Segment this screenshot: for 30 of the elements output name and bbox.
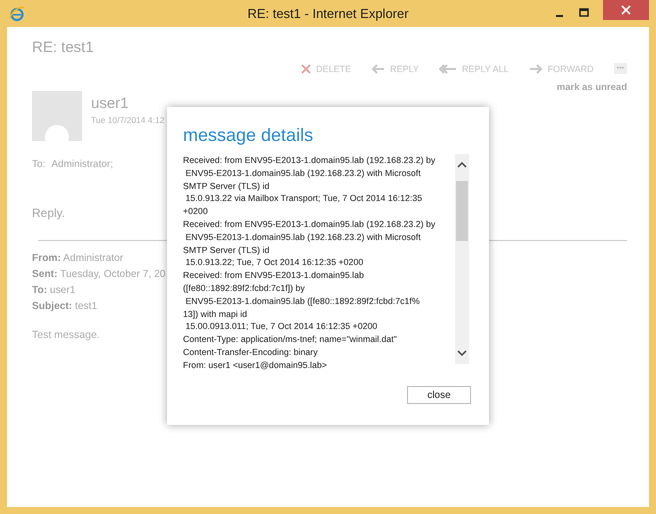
quoted-header-line: To: user1	[32, 284, 76, 298]
window-title: RE: test1 - Internet Explorer	[247, 6, 409, 21]
message-headers-text: Received: from ENV95-E2013-1.domain95.lab (192.168.23.2) by ENV95-E2013-1.domain95.lab (192.168.23.2) with Microsoft SMTP Server (TLS) id 15.0.913.22 via Mailbox Transport; Tue, 7 Oct 2014 16:12:35 +0200 Received: from ENV95-E2013-1.domain95.lab (192.168.23.2) by ENV95-E2013-1.domain95.lab (192.168.23.2) with Microsoft SMTP Server (TLS) id 15.0.913.22; Tue, 7 Oct 2014 16:12:35 +0200 Received: from ENV95-E2013-1.domain95.lab ([fe80::1892:89f2:fcbd:7c1f]) by ENV95-E2013-1.domain95.lab ([fe80::1892:89f2:fcbd:7c1f% 13]) with mapi id 15.00.0913.011; Tue, 7 Oct 2014 16:12:35 +0200 Content-Type: application/ms-tnef; name="winmail.dat" Content-Transfer-Encoding: binary From: user1 <user1@domain95.lab>	[183, 154, 436, 372]
mark-as-unread-link[interactable]: mark as unread	[556, 82, 627, 93]
avatar-placeholder	[32, 91, 82, 141]
close-button[interactable]	[603, 0, 649, 20]
toolbar-button[interactable]: DELETE	[301, 64, 352, 74]
maximize-icon[interactable]	[579, 8, 589, 18]
quoted-header-line: Sent: Tuesday, October 7, 20	[32, 268, 166, 282]
close-button[interactable]: close	[407, 386, 471, 404]
sender-name: user1	[91, 95, 130, 112]
scrollbar-drawing[interactable]	[455, 154, 469, 364]
message-subject: RE: test1	[32, 39, 95, 56]
dialog-title: message details	[183, 125, 314, 146]
right-arrow-icon	[528, 64, 543, 74]
close-icon	[301, 64, 312, 74]
browser-logo-icon	[9, 6, 25, 22]
left-arrow-icon	[371, 64, 386, 74]
sent-date: Tue 10/7/2014 4:12	[91, 115, 164, 125]
quoted-message-text: Test message.	[32, 329, 100, 341]
close-icon	[621, 5, 631, 15]
toolbar-button[interactable]: REPLY	[371, 64, 419, 74]
toolbar-button[interactable]: REPLY ALL	[438, 64, 509, 74]
recipient-name: Administrator;	[51, 159, 114, 170]
double-left-arrow-icon	[438, 64, 457, 74]
quoted-header-line: Subject: test1	[32, 300, 98, 314]
to-label: To:	[32, 159, 46, 170]
toolbar-button[interactable]: FORWARD	[528, 64, 594, 74]
message-body: Reply.	[32, 206, 66, 220]
quoted-header-line: From: Administrator	[32, 252, 124, 266]
